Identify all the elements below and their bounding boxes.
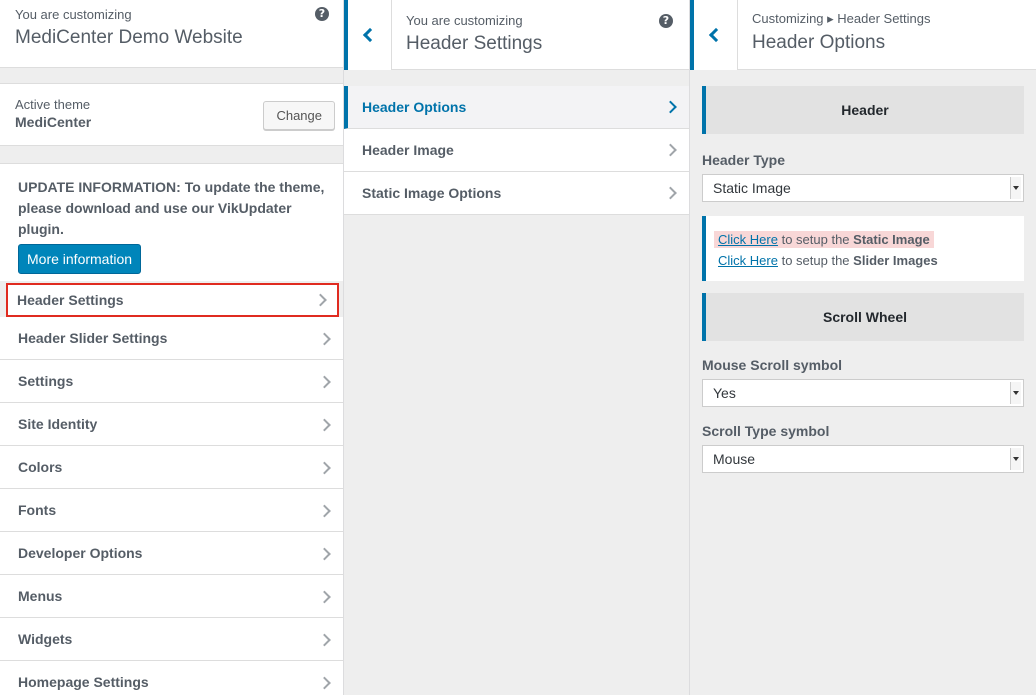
chevron-left-icon xyxy=(708,27,724,43)
menu-item-developer-options[interactable]: Developer Options xyxy=(0,532,343,575)
menu-item-label: Site Identity xyxy=(18,416,98,432)
menu-item-menus[interactable]: Menus xyxy=(0,575,343,618)
chevron-right-icon xyxy=(318,461,331,474)
active-theme-box: Active theme MediCenter Change xyxy=(0,83,343,146)
section-item-label: Header Image xyxy=(362,142,454,158)
chevron-right-icon xyxy=(318,547,331,560)
customizer-root-panel: You are customizing MediCenter Demo Webs… xyxy=(0,0,344,695)
menu-item-label: Colors xyxy=(18,459,63,475)
dropdown-arrow-icon xyxy=(1010,177,1021,199)
dropdown-arrow-icon xyxy=(1010,382,1021,404)
panel-header: Customizing ▸ Header Settings Header Opt… xyxy=(690,0,1036,70)
section-list: Header Options Header Image Static Image… xyxy=(344,86,689,215)
header-type-label: Header Type xyxy=(702,152,785,168)
menu-item-label: Header Slider Settings xyxy=(18,330,168,346)
menu-item-homepage-settings[interactable]: Homepage Settings xyxy=(0,661,343,695)
breadcrumb: Customizing ▸ Header Settings xyxy=(752,11,931,26)
chevron-right-icon xyxy=(318,504,331,517)
section-item-header-image[interactable]: Header Image xyxy=(344,129,689,172)
menu-item-fonts[interactable]: Fonts xyxy=(0,489,343,532)
menu-item-label: Fonts xyxy=(18,502,57,518)
update-information-text: UPDATE INFORMATION: To update the theme,… xyxy=(18,179,325,237)
menu-item-label: Header Settings xyxy=(17,292,124,308)
info-bold: Slider Images xyxy=(853,253,938,268)
section-header-scroll-wheel: Scroll Wheel xyxy=(702,293,1024,341)
section-item-header-options[interactable]: Header Options xyxy=(344,86,689,129)
panel-title: Header Settings xyxy=(406,33,543,54)
header-options-panel: Customizing ▸ Header Settings Header Opt… xyxy=(690,0,1036,695)
header-type-select[interactable]: Static Image xyxy=(702,174,1024,202)
chevron-right-icon xyxy=(318,332,331,345)
back-button[interactable] xyxy=(690,0,738,70)
customizer-menu: Header Settings Header Slider Settings S… xyxy=(0,281,343,695)
section-item-static-image-options[interactable]: Static Image Options xyxy=(344,172,689,215)
header-info-box: Click Here to setup the Static Image Cli… xyxy=(702,216,1024,281)
select-value: Yes xyxy=(713,385,736,401)
menu-item-label: Homepage Settings xyxy=(18,674,149,690)
update-information-box: UPDATE INFORMATION: To update the theme,… xyxy=(0,163,343,281)
menu-item-label: Developer Options xyxy=(18,545,143,561)
chevron-right-icon xyxy=(664,143,677,157)
dropdown-arrow-icon xyxy=(1010,448,1021,470)
customizing-label: You are customizing xyxy=(15,7,132,22)
customizer-header: You are customizing MediCenter Demo Webs… xyxy=(0,0,343,68)
slider-images-link[interactable]: Click Here xyxy=(718,253,778,268)
header-settings-panel: You are customizing Header Settings ? He… xyxy=(344,0,690,695)
menu-item-settings[interactable]: Settings xyxy=(0,360,343,403)
menu-item-label: Widgets xyxy=(18,631,73,647)
info-bold: Static Image xyxy=(853,232,930,247)
info-line-slider: Click Here to setup the Slider Images xyxy=(714,250,1016,271)
select-value: Static Image xyxy=(713,180,791,196)
chevron-left-icon xyxy=(362,27,378,43)
menu-item-header-settings[interactable]: Header Settings xyxy=(6,283,339,317)
back-button[interactable] xyxy=(344,0,392,70)
info-line-static: Click Here to setup the Static Image xyxy=(714,229,1016,250)
static-image-link[interactable]: Click Here xyxy=(718,232,778,247)
chevron-right-icon xyxy=(664,100,677,114)
panel-title: Header Options xyxy=(752,32,886,53)
mouse-scroll-select[interactable]: Yes xyxy=(702,379,1024,407)
chevron-right-icon xyxy=(318,633,331,646)
panel-header: You are customizing Header Settings ? xyxy=(344,0,689,70)
chevron-right-icon xyxy=(318,418,331,431)
help-icon[interactable]: ? xyxy=(315,7,329,21)
section-item-label: Static Image Options xyxy=(362,185,502,201)
help-icon[interactable]: ? xyxy=(659,14,673,28)
chevron-right-icon xyxy=(314,293,327,307)
info-text: to setup the xyxy=(781,232,850,247)
select-value: Mouse xyxy=(713,451,756,467)
scroll-type-label: Scroll Type symbol xyxy=(702,423,830,439)
menu-item-label: Settings xyxy=(18,373,74,389)
menu-item-header-slider-settings[interactable]: Header Slider Settings xyxy=(0,317,343,360)
section-header-header: Header xyxy=(702,86,1024,134)
site-title: MediCenter Demo Website xyxy=(15,27,243,48)
menu-item-label: Menus xyxy=(18,588,63,604)
scroll-type-select[interactable]: Mouse xyxy=(702,445,1024,473)
info-text: to setup the xyxy=(781,253,850,268)
menu-item-widgets[interactable]: Widgets xyxy=(0,618,343,661)
mouse-scroll-label: Mouse Scroll symbol xyxy=(702,357,843,373)
customizing-label: You are customizing xyxy=(406,13,523,28)
chevron-right-icon xyxy=(318,676,331,689)
menu-item-colors[interactable]: Colors xyxy=(0,446,343,489)
chevron-right-icon xyxy=(318,590,331,603)
chevron-right-icon xyxy=(664,186,677,200)
section-item-label: Header Options xyxy=(362,99,467,115)
highlight-wrap: Click Here to setup the Static Image xyxy=(714,231,934,248)
menu-item-site-identity[interactable]: Site Identity xyxy=(0,403,343,446)
chevron-right-icon xyxy=(318,375,331,388)
more-information-button[interactable]: More information xyxy=(18,244,142,274)
change-theme-button[interactable]: Change xyxy=(263,101,335,130)
